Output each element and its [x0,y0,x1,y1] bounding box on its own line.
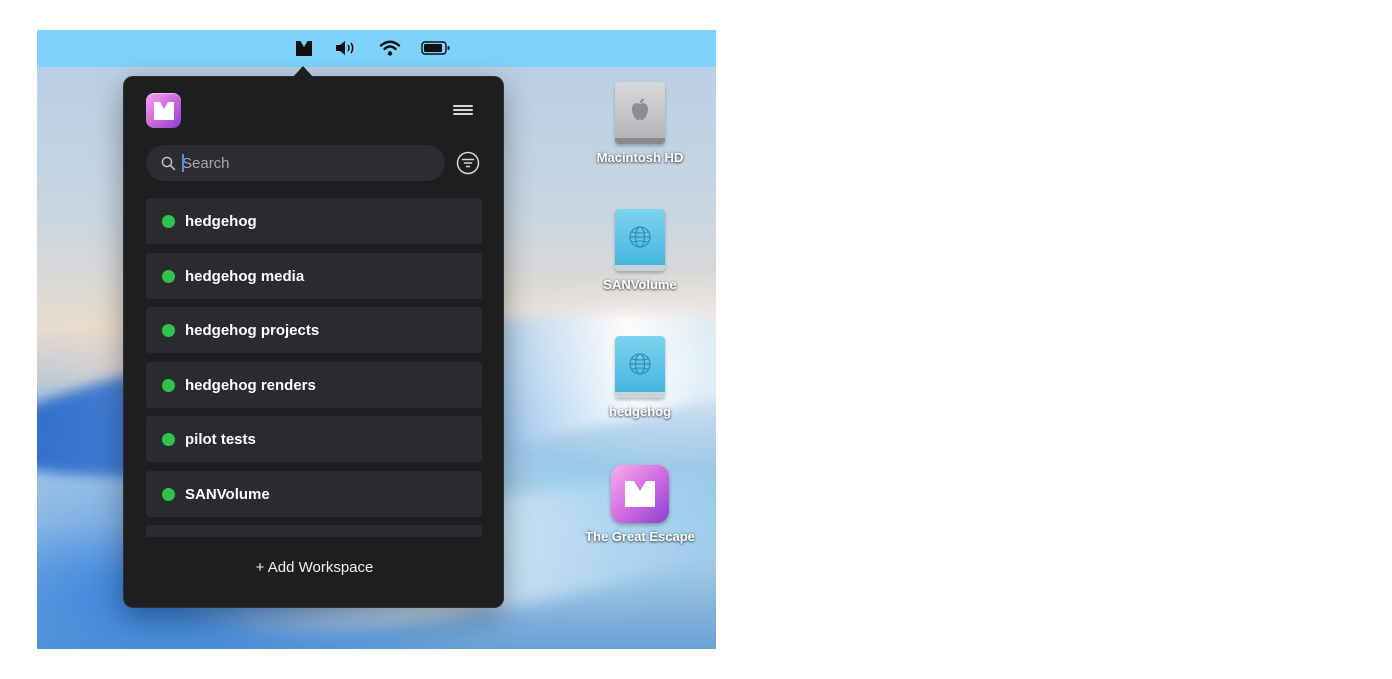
workspace-item[interactable]: hedgehog media [146,253,482,299]
battery-icon[interactable] [420,38,452,58]
hard-drive-icon [615,82,665,144]
status-connected-icon [162,378,175,392]
status-connected-icon [162,214,175,228]
desktop-item-the-great-escape[interactable]: The Great Escape [575,465,705,544]
status-connected-icon [162,323,175,337]
workspace-label: hedgehog projects [185,321,320,339]
volume-icon[interactable] [333,38,359,58]
app-menu-icon[interactable] [294,38,314,58]
app-logo-icon [146,93,181,128]
workspace-label: hedgehog renders [185,376,316,394]
workspace-label: SANVolume [185,485,270,503]
popover-arrow [293,66,313,77]
app-icon [611,465,669,523]
workspace-item[interactable]: hedgehog renders [146,362,482,408]
network-drive-icon [615,209,665,271]
wifi-icon[interactable] [378,38,402,58]
desktop-item-macintosh-hd[interactable]: Macintosh HD [575,82,705,165]
desktop: hedgehog hedgehog media hedgehog project… [37,30,716,649]
workspace-label: hedgehog [185,212,257,230]
workspace-popover: hedgehog hedgehog media hedgehog project… [123,76,504,608]
status-connected-icon [162,432,175,446]
desktop-item-label: hedgehog [608,404,672,419]
workspace-label: hedgehog media [185,267,305,285]
workspace-label: pilot tests [185,430,256,448]
add-workspace-button[interactable]: + Add Workspace [124,559,505,576]
text-caret [182,154,184,172]
desktop-item-hedgehog[interactable]: hedgehog [575,336,705,419]
desktop-item-sanvolume[interactable]: SANVolume [575,209,705,292]
desktop-item-label: The Great Escape [585,529,695,544]
network-drive-icon [615,336,665,398]
filter-button[interactable] [456,151,480,175]
status-connected-icon [162,487,175,501]
hamburger-icon [453,105,473,107]
menu-bar [37,30,716,67]
workspace-list: hedgehog hedgehog media hedgehog project… [146,198,482,537]
desktop-item-label: Macintosh HD [596,150,684,165]
desktop-item-label: SANVolume [603,277,677,292]
search-field[interactable] [146,145,445,181]
workspace-item[interactable]: hedgehog projects [146,307,482,353]
search-icon [160,155,176,171]
workspace-item[interactable]: hedgehog [146,198,482,244]
workspace-item[interactable]: pilot tests [146,416,482,462]
filter-icon [456,151,480,175]
hamburger-menu-button[interactable] [451,103,475,121]
workspace-item-partial[interactable] [146,525,482,537]
search-input[interactable] [182,154,445,172]
status-connected-icon [162,269,175,283]
workspace-item[interactable]: SANVolume [146,471,482,517]
